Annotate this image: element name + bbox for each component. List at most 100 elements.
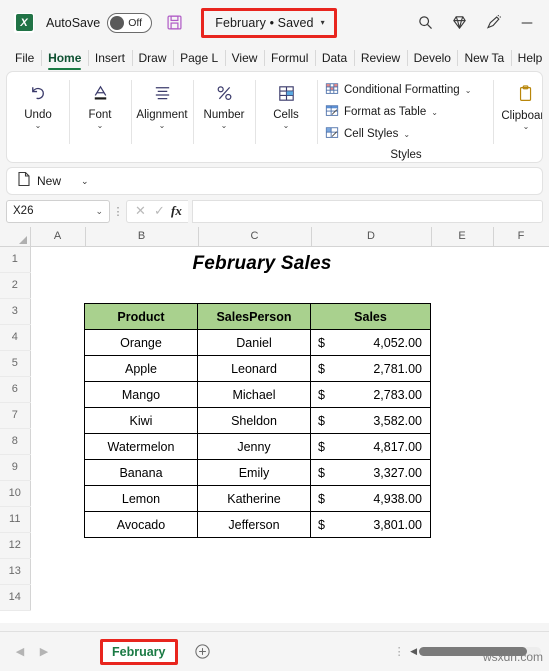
row-header-14[interactable]: 14 xyxy=(0,584,31,611)
ribbon-group-clipboard[interactable]: Clipboard ⌄ xyxy=(493,72,542,162)
chevron-down-icon[interactable]: ⌄ xyxy=(81,176,89,187)
cell-sales[interactable]: $ 4,938.00 xyxy=(310,485,431,512)
column-header-a[interactable]: A xyxy=(30,227,86,247)
chevron-down-icon[interactable]: ⌄ xyxy=(95,206,103,217)
ribbon-group-alignment[interactable]: Alignment ⌄ xyxy=(131,72,193,162)
cell-sales[interactable]: $ 3,582.00 xyxy=(310,407,431,434)
tab-draw[interactable]: Draw xyxy=(131,45,174,71)
sheet-bar-overflow-icon[interactable]: ⋮ xyxy=(392,645,406,658)
chevron-down-icon[interactable]: ⌄ xyxy=(35,122,42,130)
cell-product[interactable]: Avocado xyxy=(84,511,198,538)
table-header-sales[interactable]: Sales xyxy=(310,303,431,330)
cell-product[interactable]: Banana xyxy=(84,459,198,486)
row-header-8[interactable]: 8 xyxy=(0,428,31,455)
sheet-tab-february[interactable]: February xyxy=(100,638,178,665)
insert-function-icon[interactable]: fx xyxy=(171,203,182,219)
diamond-icon[interactable] xyxy=(445,9,473,37)
formula-input[interactable] xyxy=(191,199,543,223)
cell-salesperson[interactable]: Michael xyxy=(197,381,311,408)
new-button-label[interactable]: New xyxy=(37,174,61,188)
name-box[interactable]: X26 ⌄ xyxy=(6,199,110,223)
add-sheet-button[interactable] xyxy=(188,643,218,660)
column-header-b[interactable]: B xyxy=(85,227,199,247)
table-header-product[interactable]: Product xyxy=(84,303,198,330)
tab-help[interactable]: Help xyxy=(510,45,549,71)
cell-salesperson[interactable]: Katherine xyxy=(197,485,311,512)
tab-data[interactable]: Data xyxy=(314,45,354,71)
row-header-3[interactable]: 3 xyxy=(0,298,31,325)
chevron-down-icon[interactable]: ⌄ xyxy=(221,122,228,130)
scroll-left-icon[interactable]: ◀ xyxy=(410,646,417,657)
row-header-13[interactable]: 13 xyxy=(0,558,31,585)
row-header-1[interactable]: 1 xyxy=(0,246,31,273)
sheet-title-cell[interactable]: February Sales xyxy=(92,251,432,277)
chevron-down-icon[interactable]: ⌄ xyxy=(283,122,290,130)
tab-new-tab[interactable]: New Ta xyxy=(457,45,510,71)
cell-salesperson[interactable]: Leonard xyxy=(197,355,311,382)
row-header-2[interactable]: 2 xyxy=(0,272,31,299)
row-header-7[interactable]: 7 xyxy=(0,402,31,429)
row-cells[interactable] xyxy=(30,558,549,584)
row-header-10[interactable]: 10 xyxy=(0,480,31,507)
sheet-nav-prev-icon[interactable]: ◀ xyxy=(8,645,32,658)
cell-product[interactable]: Mango xyxy=(84,381,198,408)
cell-product[interactable]: Kiwi xyxy=(84,407,198,434)
cell-sales[interactable]: $ 4,817.00 xyxy=(310,433,431,460)
column-header-c[interactable]: C xyxy=(198,227,312,247)
table-header-salesperson[interactable]: SalesPerson xyxy=(197,303,311,330)
row-header-5[interactable]: 5 xyxy=(0,350,31,377)
chevron-down-icon[interactable]: ⌄ xyxy=(403,130,410,139)
ribbon-group-font[interactable]: Font ⌄ xyxy=(69,72,131,162)
cell-salesperson[interactable]: Daniel xyxy=(197,329,311,356)
row-header-11[interactable]: 11 xyxy=(0,506,31,533)
tab-home[interactable]: Home xyxy=(41,45,88,71)
cancel-icon[interactable]: ✕ xyxy=(133,203,148,219)
enter-icon[interactable]: ✓ xyxy=(152,203,167,219)
cell-product[interactable]: Apple xyxy=(84,355,198,382)
document-title-button[interactable]: February • Saved ▾ xyxy=(201,7,337,38)
cell-salesperson[interactable]: Emily xyxy=(197,459,311,486)
row-header-4[interactable]: 4 xyxy=(0,324,31,351)
chevron-down-icon[interactable]: ⌄ xyxy=(465,86,472,95)
save-floppy-icon[interactable] xyxy=(166,14,183,31)
cell-sales[interactable]: $ 3,801.00 xyxy=(310,511,431,538)
sheet-nav-next-icon[interactable]: ▶ xyxy=(32,645,56,658)
cell-sales[interactable]: $ 3,327.00 xyxy=(310,459,431,486)
chevron-down-icon[interactable]: ⌄ xyxy=(97,122,104,130)
cell-salesperson[interactable]: Jenny xyxy=(197,433,311,460)
cell-sales[interactable]: $ 2,781.00 xyxy=(310,355,431,382)
cell-salesperson[interactable]: Jefferson xyxy=(197,511,311,538)
conditional-formatting-button[interactable]: Conditional Formatting ⌄ xyxy=(325,79,487,101)
cell-product[interactable]: Watermelon xyxy=(84,433,198,460)
cell-sales[interactable]: $ 2,783.00 xyxy=(310,381,431,408)
column-header-d[interactable]: D xyxy=(311,227,432,247)
row-cells[interactable] xyxy=(30,584,549,610)
search-icon[interactable] xyxy=(411,9,439,37)
ribbon-group-undo[interactable]: Undo ⌄ xyxy=(7,72,69,162)
column-header-f[interactable]: F xyxy=(493,227,549,247)
cell-product[interactable]: Orange xyxy=(84,329,198,356)
highlighter-pen-icon[interactable] xyxy=(479,9,507,37)
chevron-down-icon[interactable]: ⌄ xyxy=(431,108,438,117)
row-header-6[interactable]: 6 xyxy=(0,376,31,403)
tab-formulas[interactable]: Formul xyxy=(264,45,315,71)
cell-salesperson[interactable]: Sheldon xyxy=(197,407,311,434)
cell-styles-button[interactable]: Cell Styles ⌄ xyxy=(325,123,487,145)
format-as-table-button[interactable]: Format as Table ⌄ xyxy=(325,101,487,123)
column-header-e[interactable]: E xyxy=(431,227,494,247)
ribbon-group-cells[interactable]: Cells ⌄ xyxy=(255,72,317,162)
ribbon-group-number[interactable]: Number ⌄ xyxy=(193,72,255,162)
tab-page-layout[interactable]: Page L xyxy=(173,45,225,71)
tab-insert[interactable]: Insert xyxy=(87,45,132,71)
tab-file[interactable]: File xyxy=(8,45,41,71)
tab-developer[interactable]: Develo xyxy=(406,45,458,71)
minimize-icon[interactable] xyxy=(513,9,541,37)
row-header-9[interactable]: 9 xyxy=(0,454,31,481)
row-header-12[interactable]: 12 xyxy=(0,532,31,559)
tab-view[interactable]: View xyxy=(224,45,264,71)
chevron-down-icon[interactable]: ⌄ xyxy=(159,122,166,130)
cell-sales[interactable]: $ 4,052.00 xyxy=(310,329,431,356)
select-all-corner[interactable] xyxy=(0,227,31,247)
tab-review[interactable]: Review xyxy=(353,45,407,71)
chevron-down-icon[interactable]: ⌄ xyxy=(523,123,530,131)
